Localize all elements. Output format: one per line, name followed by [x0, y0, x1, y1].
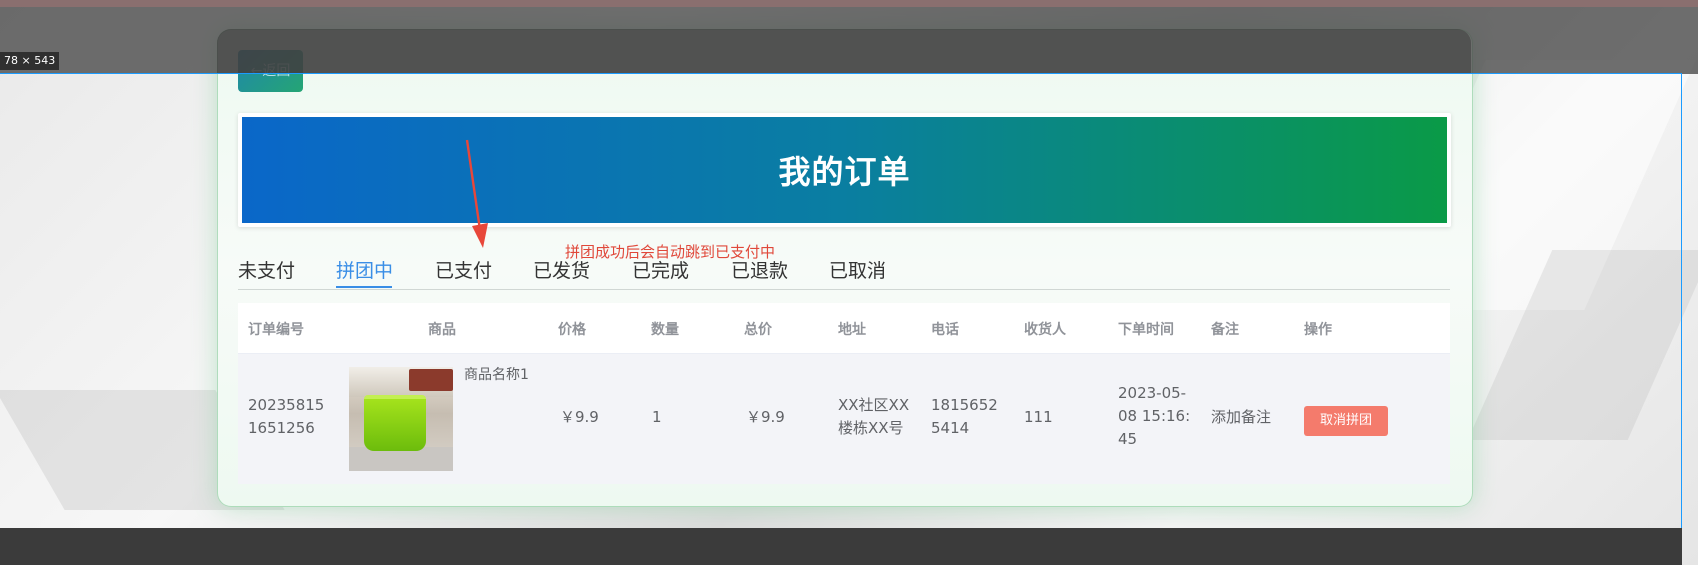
order-number: 202358151651256 [248, 396, 325, 437]
table-header: 订单编号 商品 价格 数量 总价 地址 电话 收货人 下单时间 备注 操作 [238, 303, 1450, 354]
tab-refunded[interactable]: 已退款 [731, 256, 788, 283]
column-header: 电话 [931, 322, 959, 338]
tab-cancelled[interactable]: 已取消 [829, 256, 886, 283]
total-price: ￥9.9 [746, 408, 785, 426]
active-tab-indicator [336, 286, 392, 288]
tab-completed[interactable]: 已完成 [632, 256, 689, 283]
cancel-group-buy-button[interactable]: 取消拼团 [1304, 406, 1388, 436]
product-image[interactable] [349, 367, 453, 471]
column-header: 地址 [838, 322, 866, 338]
screen: ←返回 我的订单 拼团成功后会自动跳到已支付中 未支付 拼团中 已支付 已发货 … [0, 0, 1698, 565]
page-title: 我的订单 [242, 117, 1447, 223]
column-header: 数量 [651, 322, 679, 338]
address: XX社区XX楼栋XX号 [838, 396, 910, 437]
quantity: 1 [652, 408, 662, 426]
table-row: 202358151651256 商品名称1 ￥9.9 1 ￥9.9 XX社区XX… [238, 354, 1450, 484]
column-header: 总价 [744, 322, 772, 338]
phone: 18156525414 [931, 396, 998, 437]
column-header: 下单时间 [1118, 322, 1174, 338]
receiver: 111 [1024, 408, 1053, 426]
tab-unpaid[interactable]: 未支付 [238, 256, 295, 283]
selection-guide-right [1681, 73, 1682, 565]
order-time: 2023-05-08 15:16:45 [1118, 384, 1191, 448]
column-header: 订单编号 [248, 322, 304, 338]
product-name: 商品名称1 [464, 367, 529, 383]
top-strip [0, 0, 1698, 7]
column-header: 操作 [1304, 322, 1332, 338]
arrow-annotation-icon [465, 139, 488, 248]
column-header: 商品 [428, 322, 456, 338]
dimension-badge: 78 × 543 [0, 52, 60, 70]
screenshot-overlay [0, 0, 1698, 74]
tab-shipped[interactable]: 已发货 [533, 256, 590, 283]
price: ￥9.9 [560, 408, 599, 426]
add-remark-link[interactable]: 添加备注 [1211, 406, 1271, 429]
column-header: 备注 [1211, 322, 1239, 338]
tab-group-buying[interactable]: 拼团中 [336, 256, 393, 283]
selection-guide-top [0, 73, 1682, 74]
page-banner: 我的订单 [238, 113, 1451, 227]
column-header: 价格 [558, 322, 586, 338]
order-status-tabs: 未支付 拼团中 已支付 已发货 已完成 已退款 已取消 [238, 252, 1450, 290]
column-header: 收货人 [1024, 322, 1066, 338]
orders-table: 订单编号 商品 价格 数量 总价 地址 电话 收货人 下单时间 备注 操作 20… [238, 303, 1450, 484]
tab-paid[interactable]: 已支付 [435, 256, 492, 283]
bottom-bar [0, 528, 1682, 565]
